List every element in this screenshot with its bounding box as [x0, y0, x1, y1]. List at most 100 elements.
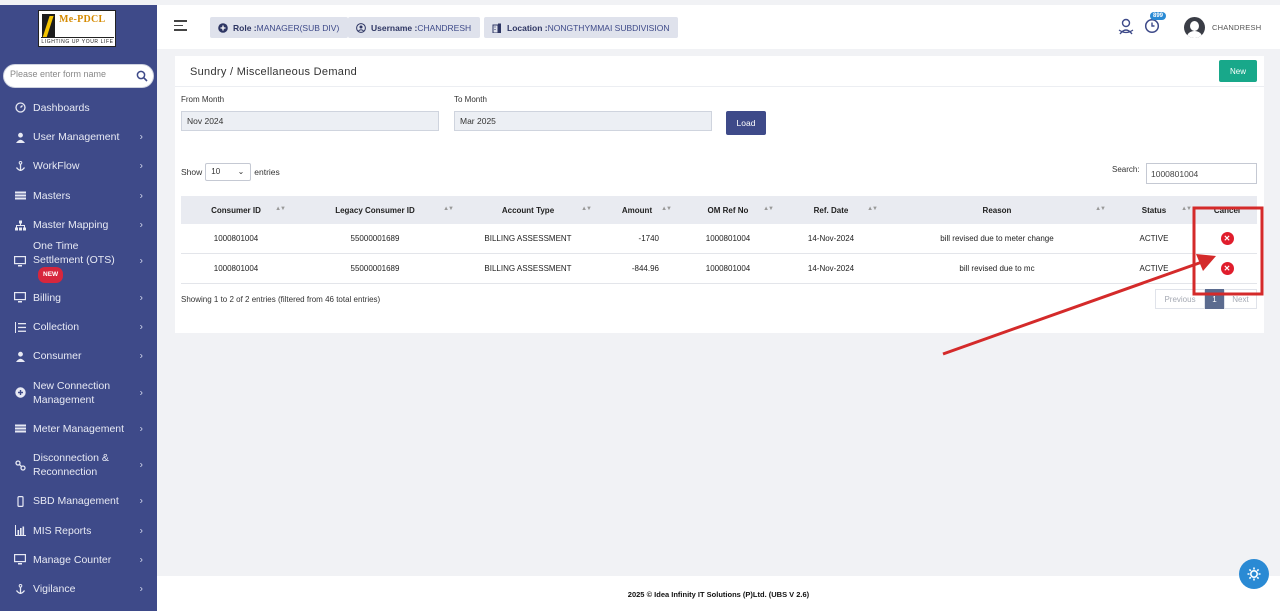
page-size-value: 10 [211, 167, 221, 176]
column-header[interactable]: Reason ▲▼ [883, 196, 1111, 224]
sidebar-item-label: Billing [33, 291, 62, 304]
sidebar-item-user-management[interactable]: User Management › [0, 122, 157, 151]
top-bar: Role : MANAGER(SUB DIV) Username : CHANDRE… [157, 5, 1280, 49]
sidebar-item-sbd-management[interactable]: SBD Management › [0, 487, 157, 516]
chevron-right-icon: › [139, 423, 143, 435]
sidebar-item-vigilance[interactable]: Vigilance › [0, 575, 157, 604]
location-chip: Location : NONGTHYMMAI SUBDIVISION [484, 17, 679, 38]
settings-button[interactable] [1239, 559, 1269, 589]
form-search-input[interactable] [10, 69, 130, 79]
sort-icon: ▲▼ [661, 206, 672, 212]
sidebar-item-ots[interactable]: One Time Settlement (OTS)NEW › [0, 240, 157, 284]
sidebar-item-label: User Management [33, 131, 120, 144]
sidebar-item-workflow[interactable]: WorkFlow › [0, 152, 157, 181]
dashboard-icon [14, 102, 26, 114]
chevron-right-icon: › [139, 160, 143, 172]
sort-icon: ▲▼ [763, 206, 774, 212]
notification-count-badge: 899 [1150, 12, 1167, 20]
role-chip: Role : MANAGER(SUB DIV) [210, 17, 349, 38]
status-cell: ACTIVE [1111, 253, 1197, 284]
support-agent-icon[interactable] [1116, 17, 1136, 37]
reason-cell: bill revised due to mc [883, 253, 1111, 284]
previous-page-button[interactable]: Previous [1155, 289, 1205, 309]
cancel-cell: ✕ [1197, 253, 1257, 284]
chevron-right-icon: › [139, 387, 143, 399]
legacy-id-cell: 55000001689 [291, 224, 459, 254]
menu-toggle-icon[interactable] [174, 20, 187, 31]
sidebar-item-masters[interactable]: Masters › [0, 181, 157, 210]
sort-icon: ▲▼ [1095, 206, 1106, 212]
sidebar-item-master-mapping[interactable]: Master Mapping › [0, 211, 157, 240]
mobile-icon [14, 495, 26, 507]
user-display-name[interactable]: CHANDRESH [1212, 23, 1261, 32]
new-button[interactable]: New [1219, 60, 1257, 82]
location-value: NONGTHYMMAI SUBDIVISION [547, 22, 670, 33]
consumer-id-cell: 1000801004 [181, 224, 291, 254]
new-badge: NEW [38, 267, 64, 284]
sidebar-item-label: Consumer [33, 350, 82, 363]
to-month-label: To Month [454, 95, 487, 104]
sidebar-item-meter-management[interactable]: Meter Management › [0, 414, 157, 443]
column-header[interactable]: Account Type ▲▼ [459, 196, 597, 224]
table-search-input[interactable] [1146, 163, 1257, 184]
brand-tagline: LIGHTING UP YOUR LIFE [41, 37, 114, 45]
amount-cell: -844.96 [597, 253, 677, 284]
avatar[interactable] [1184, 17, 1205, 38]
clock-icon[interactable] [1144, 18, 1160, 34]
monitor-icon [14, 554, 26, 566]
sidebar-item-collection[interactable]: Collection › [0, 312, 157, 341]
table-row: 1000801004 55000001689 BILLING ASSESSMEN… [181, 253, 1257, 284]
entries-label: entries [254, 167, 280, 177]
reason-cell: bill revised due to meter change [883, 224, 1111, 254]
username-chip: Username : CHANDRESH [348, 17, 481, 38]
sidebar-item-label: Vigilance [33, 583, 76, 596]
chevron-right-icon: › [139, 219, 143, 231]
page-1-button[interactable]: 1 [1205, 289, 1224, 309]
column-header: Cancel [1197, 196, 1257, 224]
column-header[interactable]: Ref. Date ▲▼ [779, 196, 883, 224]
column-header[interactable]: OM Ref No ▲▼ [677, 196, 779, 224]
sidebar-item-label: Master Mapping [33, 219, 109, 232]
sort-icon: ▲▼ [1181, 206, 1192, 212]
to-month-input[interactable] [454, 111, 712, 131]
sidebar-item-label: Meter Management [33, 422, 125, 435]
sidebar-item-disconnection[interactable]: Disconnection & Reconnection › [0, 444, 157, 487]
sidebar-item-label: MIS Reports [33, 524, 92, 537]
load-button[interactable]: Load [726, 111, 766, 135]
sort-icon: ▲▼ [867, 206, 878, 212]
consumer-id-cell: 1000801004 [181, 253, 291, 284]
brand-logo[interactable]: Me-PDCL LIGHTING UP YOUR LIFE [38, 10, 116, 47]
building-icon [492, 23, 501, 33]
next-page-button[interactable]: Next [1224, 289, 1257, 309]
chevron-right-icon: › [139, 190, 143, 202]
cancel-icon[interactable]: ✕ [1220, 232, 1234, 245]
chevron-right-icon: › [139, 321, 143, 333]
column-header[interactable]: Status ▲▼ [1111, 196, 1197, 224]
sidebar-item-label: Dashboards [33, 101, 90, 114]
column-header[interactable]: Consumer ID ▲▼ [181, 196, 291, 224]
sort-icon: ▲▼ [443, 206, 454, 212]
sidebar-item-mis-reports[interactable]: MIS Reports › [0, 516, 157, 545]
user-circle-icon [356, 22, 366, 33]
cancel-icon[interactable]: ✕ [1220, 261, 1234, 275]
sidebar-search [3, 64, 154, 88]
show-label: Show [181, 167, 203, 177]
sidebar-item-label: WorkFlow [33, 160, 80, 173]
page-size-select[interactable]: 10 ⌄ [205, 163, 252, 181]
sidebar-item-manage-counter[interactable]: Manage Counter › [0, 545, 157, 574]
column-header[interactable]: Amount ▲▼ [597, 196, 677, 224]
footer: 2025 © Idea Infinity IT Solutions (P)Ltd… [157, 576, 1280, 611]
account-type-cell: BILLING ASSESSMENT [459, 253, 597, 284]
from-month-input[interactable] [181, 111, 439, 131]
sidebar-item-new-connection[interactable]: New Connection Management › [0, 371, 157, 414]
sidebar-item-dashboards[interactable]: Dashboards [0, 93, 157, 122]
sidebar-item-consumer[interactable]: Consumer › [0, 342, 157, 371]
column-header[interactable]: Legacy Consumer ID ▲▼ [291, 196, 459, 224]
sidebar-item-billing[interactable]: Billing › [0, 283, 157, 312]
search-icon[interactable] [136, 70, 148, 82]
sidebar-item-label: Manage Counter [33, 553, 112, 566]
sort-icon: ▲▼ [275, 206, 286, 212]
chevron-right-icon: › [139, 459, 143, 471]
om-ref-cell: 1000801004 [677, 253, 779, 284]
sidebar-item-label: Masters [33, 189, 71, 202]
